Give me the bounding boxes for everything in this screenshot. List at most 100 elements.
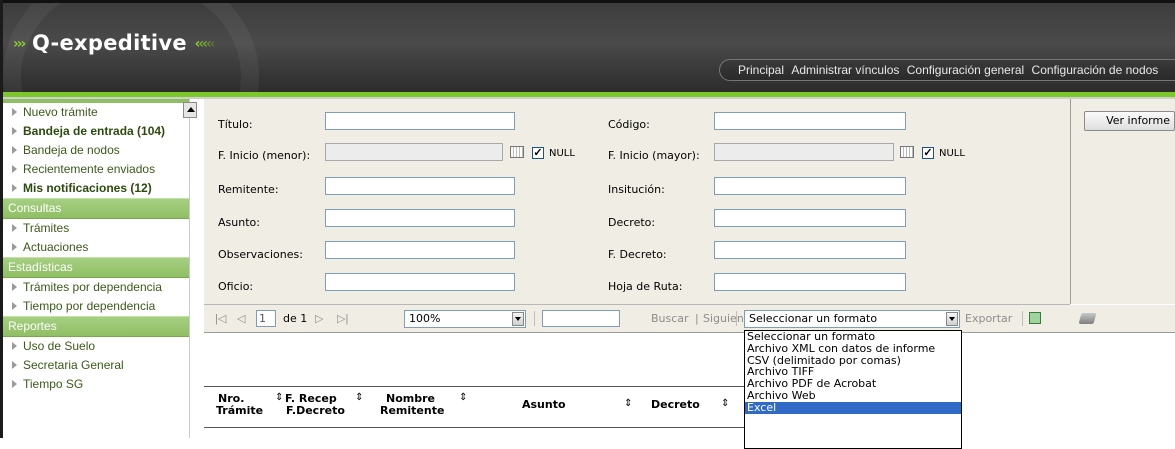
export-option[interactable]: Archivo Web xyxy=(745,390,961,402)
sidebar-scroll-up-button[interactable] xyxy=(183,102,197,118)
bullet-arrow-icon xyxy=(12,243,17,251)
bullet-arrow-icon xyxy=(12,342,17,350)
toolbar-separator xyxy=(1022,311,1023,326)
ver-informe-button[interactable]: Ver informe xyxy=(1084,111,1175,131)
sidebar-item-tiempo-por-dependencia[interactable]: Tiempo por dependencia xyxy=(3,297,189,316)
toolbar-separator xyxy=(736,311,737,326)
hoja-de-ruta-input[interactable] xyxy=(714,273,906,291)
export-option[interactable]: Archivo XML con datos de informe xyxy=(745,343,961,355)
sidebar-item-mis-notificaciones[interactable]: Mis notificaciones (12) xyxy=(3,179,189,198)
nav-administrar-vinculos[interactable]: Administrar vínculos xyxy=(791,60,899,80)
zoom-select[interactable]: 100% xyxy=(404,310,526,328)
codigo-input[interactable] xyxy=(714,112,906,130)
sidebar-item-secretaria-general[interactable]: Secretaria General xyxy=(3,356,189,375)
bullet-arrow-icon xyxy=(12,302,17,310)
oficio-input[interactable] xyxy=(325,273,515,291)
sidebar: Nuevo trámite Bandeja de entrada (104) B… xyxy=(3,99,190,438)
scroll-up-arrow-icon xyxy=(187,107,195,112)
previous-page-icon[interactable]: ◁ xyxy=(237,312,245,325)
label-hoja-de-ruta: Hoja de Ruta: xyxy=(608,280,683,293)
label-codigo: Código: xyxy=(608,118,650,131)
sidebar-item-label: Actuaciones xyxy=(23,240,89,254)
calendar-icon[interactable] xyxy=(900,146,914,158)
sidebar-item-uso-de-suelo[interactable]: Uso de Suelo xyxy=(3,337,189,356)
sidebar-item-label: Uso de Suelo xyxy=(23,339,96,353)
asunto-input[interactable] xyxy=(325,209,515,227)
last-page-icon[interactable]: ▷| xyxy=(337,312,348,325)
nav-principal[interactable]: Principal xyxy=(738,60,784,80)
label-decreto: Decreto: xyxy=(608,216,656,229)
label-institucion: Insitución: xyxy=(608,183,665,196)
app-logo: ››› Q-expeditive ‹‹‹‹‹ xyxy=(13,31,215,55)
sidebar-item-label: Secretaria General xyxy=(23,358,124,372)
f-decreto-input[interactable] xyxy=(714,241,906,259)
bullet-arrow-icon xyxy=(12,283,17,291)
sort-icon[interactable]: ⇕ xyxy=(721,398,729,409)
label-oficio: Oficio: xyxy=(218,280,254,293)
nav-configuracion-nodos[interactable]: Configuración de nodos xyxy=(1032,60,1159,80)
logo-text: Q-expeditive xyxy=(31,31,187,55)
label-asunto: Asunto: xyxy=(218,216,260,229)
page-number-input[interactable]: 1 xyxy=(256,310,276,327)
exportar-link[interactable]: Exportar xyxy=(965,312,1012,325)
sidebar-item-label: Recientemente enviados xyxy=(23,162,156,176)
col-nro-line2: Trámite xyxy=(216,404,264,417)
label-titulo: Título: xyxy=(218,118,253,131)
null-checkbox-inicio-mayor[interactable]: ✓ xyxy=(922,147,934,159)
sidebar-item-label: Trámites por dependencia xyxy=(23,280,162,294)
sidebar-item-bandeja-entrada[interactable]: Bandeja de entrada (104) xyxy=(3,122,189,141)
bullet-arrow-icon xyxy=(12,127,17,135)
sort-icon[interactable]: ⇕ xyxy=(275,392,283,403)
titulo-input[interactable] xyxy=(325,112,515,130)
toolbar-separator xyxy=(534,311,535,326)
buscar-link[interactable]: Buscar xyxy=(651,312,689,325)
bullet-arrow-icon xyxy=(12,146,17,154)
sidebar-item-recientemente-enviados[interactable]: Recientemente enviados xyxy=(3,160,189,179)
label-f-decreto: F. Decreto: xyxy=(608,248,667,261)
sidebar-item-label: Tiempo por dependencia xyxy=(23,299,156,313)
sidebar-item-tiempo-sg[interactable]: Tiempo SG xyxy=(3,375,189,394)
refresh-icon[interactable] xyxy=(1029,312,1041,324)
sidebar-item-tramites-por-dependencia[interactable]: Trámites por dependencia xyxy=(3,278,189,297)
first-page-icon[interactable]: |◁ xyxy=(215,312,226,325)
next-page-icon[interactable]: ▷ xyxy=(315,312,323,325)
label-f-inicio-menor: F. Inicio (menor): xyxy=(218,149,311,162)
sort-icon[interactable]: ⇕ xyxy=(355,392,363,403)
bullet-arrow-icon xyxy=(12,380,17,388)
label-remitente: Remitente: xyxy=(218,183,279,196)
sort-icon[interactable]: ⇕ xyxy=(459,392,467,403)
export-format-value: Seleccionar un formato xyxy=(749,312,878,325)
null-checkbox-inicio-menor[interactable]: ✓ xyxy=(532,147,544,159)
sidebar-item-label: Bandeja de entrada (104) xyxy=(23,124,166,138)
sidebar-item-tramites[interactable]: Trámites xyxy=(3,219,189,238)
print-icon[interactable] xyxy=(1078,313,1097,324)
nav-configuracion-general[interactable]: Configuración general xyxy=(907,60,1024,80)
sidebar-section-estadisticas: Estadísticas xyxy=(3,257,189,278)
f-inicio-menor-input[interactable] xyxy=(325,143,503,161)
sidebar-item-actuaciones[interactable]: Actuaciones xyxy=(3,238,189,257)
calendar-icon[interactable] xyxy=(510,146,524,158)
find-separator: | xyxy=(695,312,699,325)
institucion-input[interactable] xyxy=(714,177,906,195)
bullet-arrow-icon xyxy=(12,108,17,116)
export-format-select[interactable]: Seleccionar un formato xyxy=(744,310,960,328)
remitente-input[interactable] xyxy=(325,177,515,195)
sort-icon[interactable]: ⇕ xyxy=(624,398,632,409)
sidebar-item-label: Mis notificaciones (12) xyxy=(23,181,152,195)
find-text-input[interactable] xyxy=(542,310,620,327)
observaciones-input[interactable] xyxy=(325,241,515,259)
sidebar-section-reportes: Reportes xyxy=(3,316,189,337)
decreto-input[interactable] xyxy=(714,209,906,227)
top-navigation: Principal Administrar vínculos Configura… xyxy=(719,59,1175,81)
sidebar-item-label: Tiempo SG xyxy=(23,377,84,391)
sidebar-section-consultas: Consultas xyxy=(3,198,189,219)
zoom-value: 100% xyxy=(409,312,441,325)
export-option-selected[interactable]: Excel xyxy=(745,401,961,414)
page-count-label: de 1 xyxy=(283,312,308,325)
bullet-arrow-icon xyxy=(12,184,17,192)
f-inicio-mayor-input[interactable] xyxy=(714,143,894,161)
bullet-arrow-icon xyxy=(12,165,17,173)
sidebar-item-nuevo-tramite[interactable]: Nuevo trámite xyxy=(3,103,189,122)
sidebar-item-bandeja-nodos[interactable]: Bandeja de nodos xyxy=(3,141,189,160)
export-format-dropdown-list: Seleccionar un formato Archivo XML con d… xyxy=(744,330,962,449)
